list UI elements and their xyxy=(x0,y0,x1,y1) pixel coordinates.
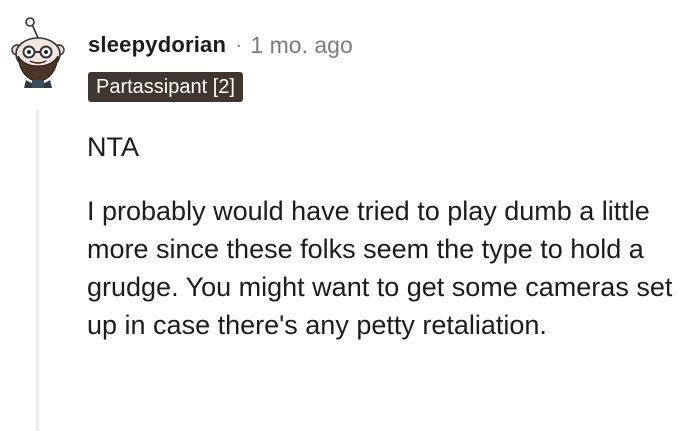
timestamp-link[interactable]: 1 mo. ago xyxy=(250,32,352,59)
comment-paragraph: I probably would have tried to play dumb… xyxy=(87,196,673,340)
user-avatar[interactable] xyxy=(8,16,68,88)
user-flair-badge: Partassipant [2] xyxy=(88,72,243,102)
thread-line[interactable] xyxy=(36,110,39,431)
comment-header: sleepydorian · 1 mo. ago xyxy=(88,30,353,60)
username-link[interactable]: sleepydorian xyxy=(88,32,226,58)
snoo-avatar-icon xyxy=(11,17,65,88)
comment: sleepydorian · 1 mo. ago Partassipant [2… xyxy=(0,0,700,431)
meta-separator: · xyxy=(235,32,243,57)
comment-body: NTA I probably would have tried to play … xyxy=(87,128,687,344)
comment-paragraph: NTA xyxy=(87,132,139,162)
